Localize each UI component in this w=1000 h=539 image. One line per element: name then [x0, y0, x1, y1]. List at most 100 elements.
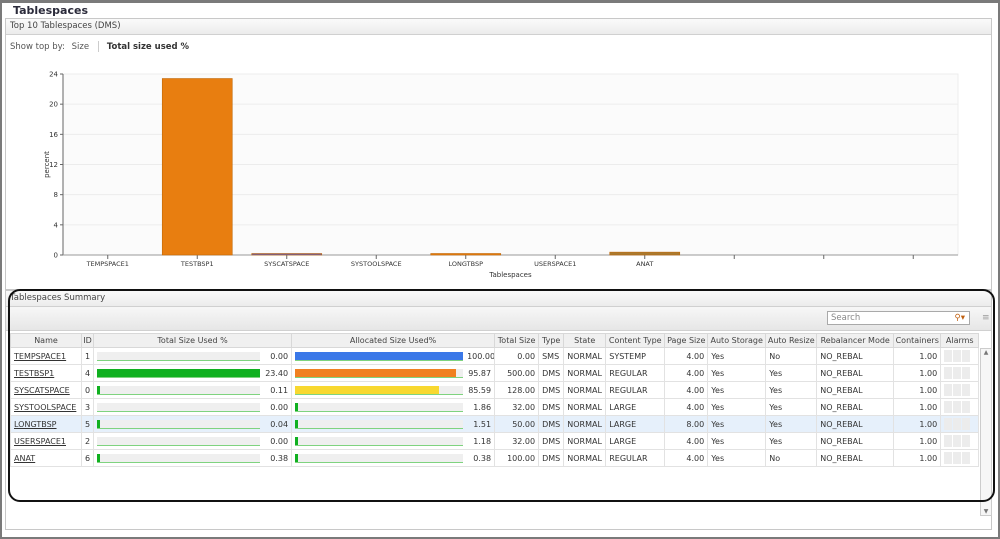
tablespace-link[interactable]: TEMPSPACE1 — [14, 352, 66, 361]
table-row[interactable]: TESTBSP1 4 23.40 95.87 500.00 DMS NORMAL REGULA… — [10, 364, 980, 382]
total-size-cell: 128.00 — [494, 381, 540, 399]
alarm-indicator-icon — [953, 452, 962, 464]
column-header-total-size-used-[interactable]: Total Size Used % — [93, 333, 293, 348]
table-row[interactable]: ANAT 6 0.38 0.38 100.00 DMS NORMAL REGULAR 4.00 Y… — [10, 449, 980, 467]
auto-resize-cell: Yes — [765, 364, 818, 382]
tablespace-link[interactable]: USERSPACE1 — [14, 437, 66, 446]
content-type-cell: REGULAR — [605, 364, 666, 382]
type-cell: DMS — [538, 381, 565, 399]
option-total-size-used[interactable]: Total size used % — [107, 42, 189, 52]
option-size[interactable]: Size — [72, 42, 89, 52]
auto-resize-cell: Yes — [765, 381, 818, 399]
page-size-cell: 8.00 — [664, 415, 709, 433]
toolbar: Search ⚲▾ ≡ — [6, 307, 991, 331]
table-row[interactable]: SYSTOOLSPACE 3 0.00 1.86 32.00 DMS NORMAL LARGE… — [10, 398, 980, 416]
allocated-size-used-cell: 0.38 — [291, 449, 496, 467]
column-header-allocated-size-used-[interactable]: Allocated Size Used% — [291, 333, 496, 348]
column-menu-icon[interactable]: ≡ — [982, 313, 990, 323]
value: 0.00 — [270, 402, 289, 412]
alarm-indicator-icon — [962, 452, 971, 464]
type-cell: DMS — [538, 415, 565, 433]
total-size-cell: 100.00 — [494, 449, 540, 467]
type-cell: DMS — [538, 449, 565, 467]
progress-fill — [97, 385, 101, 394]
column-header-state[interactable]: State — [563, 333, 607, 348]
page-title: Tablespaces — [13, 4, 88, 17]
show-top-by: Show top by: Size Total size used % — [10, 41, 193, 52]
total-size-cell: 32.00 — [494, 398, 540, 416]
tablespace-link[interactable]: TESTBSP1 — [14, 369, 54, 378]
table-row[interactable]: USERSPACE1 2 0.00 1.18 32.00 DMS NORMAL LARGE 4.… — [10, 432, 980, 450]
scroll-down-icon[interactable]: ▼ — [981, 508, 991, 515]
bar-longtbsp — [430, 253, 502, 256]
state-cell: NORMAL — [563, 415, 607, 433]
total-size-used-cell: 0.04 — [93, 415, 293, 433]
table-row[interactable]: TEMPSPACE1 1 0.00 100.00 0.00 SMS NORMAL SYSTEM… — [10, 347, 980, 365]
bar-chart: 04812162024TEMPSPACE1 TESTBSP1 SYSCATSPACE… — [43, 71, 959, 279]
panel-header: Tablespaces Summary — [6, 291, 991, 307]
name-cell: TESTBSP1 — [10, 364, 82, 382]
column-header-type[interactable]: Type — [538, 333, 565, 348]
column-header-id[interactable]: ID — [80, 333, 95, 348]
content-type-cell: SYSTEMP — [605, 347, 666, 365]
progress-fill — [97, 368, 261, 377]
column-header-name[interactable]: Name — [10, 333, 82, 348]
x-tick-label: SYSTOOLSPACE — [351, 260, 402, 268]
alarm-indicator-icon — [944, 452, 953, 464]
id-cell: 6 — [80, 449, 95, 467]
y-tick-label: 20 — [49, 101, 58, 109]
allocated-size-used-cell: 1.86 — [291, 398, 496, 416]
state-cell: NORMAL — [563, 364, 607, 382]
page-size-cell: 4.00 — [664, 398, 709, 416]
column-header-auto-resize[interactable]: Auto Resize — [765, 333, 818, 348]
progress-fill — [295, 351, 464, 360]
auto-resize-cell: Yes — [765, 415, 818, 433]
tablespace-link[interactable]: LONGTBSP — [14, 420, 57, 429]
containers-cell: 1.00 — [893, 398, 942, 416]
value: 0.38 — [270, 453, 289, 463]
auto-storage-cell: Yes — [707, 398, 767, 416]
search-icon[interactable]: ⚲▾ — [955, 312, 966, 324]
allocated-size-used-cell: 95.87 — [291, 364, 496, 382]
total-size-used-cell: 0.00 — [93, 398, 293, 416]
search-input[interactable]: Search ⚲▾ — [827, 311, 970, 325]
value: 0.38 — [473, 453, 492, 463]
column-header-alarms[interactable]: Alarms — [940, 333, 980, 348]
value: 0.00 — [270, 436, 289, 446]
alarms-cell — [940, 398, 980, 416]
total-size-cell: 0.00 — [494, 347, 540, 365]
vertical-scrollbar[interactable]: ▲ ▼ — [980, 348, 992, 516]
auto-storage-cell: Yes — [707, 449, 767, 467]
x-axis-label: Tablespaces — [488, 271, 532, 279]
allocated-size-used-cell: 100.00 — [291, 347, 496, 365]
alarm-indicator-icon — [944, 435, 953, 447]
progress-bar — [97, 368, 261, 378]
table-row[interactable]: SYSCATSPACE 0 0.11 85.59 128.00 DMS NORMAL REGU… — [10, 381, 980, 399]
alarm-indicator-icon — [962, 367, 971, 379]
bar-anat — [609, 251, 681, 256]
tablespace-link[interactable]: SYSTOOLSPACE — [14, 403, 76, 412]
progress-fill — [295, 368, 457, 377]
column-header-page-size[interactable]: Page Size — [664, 333, 709, 348]
auto-resize-cell: Yes — [765, 432, 818, 450]
allocated-size-used-cell: 85.59 — [291, 381, 496, 399]
value: 1.86 — [473, 402, 492, 412]
column-header-containers[interactable]: Containers — [893, 333, 942, 348]
progress-fill — [295, 419, 299, 428]
x-tick-label: SYSCATSPACE — [264, 260, 309, 268]
type-cell: DMS — [538, 364, 565, 382]
progress-bar — [295, 351, 464, 361]
value: 23.40 — [265, 368, 289, 378]
tablespaces-summary-panel: Tablespaces Summary Search ⚲▾ ≡ Name ID Tot… — [5, 290, 992, 530]
column-header-total-size[interactable]: Total Size — [494, 333, 540, 348]
page-size-cell: 4.00 — [664, 432, 709, 450]
column-header-content-type[interactable]: Content Type — [605, 333, 666, 348]
tablespace-link[interactable]: SYSCATSPACE — [14, 386, 70, 395]
column-header-rebalancer-mode[interactable]: Rebalancer Mode — [816, 333, 895, 348]
column-header-auto-storage[interactable]: Auto Storage — [707, 333, 767, 348]
table-row[interactable]: LONGTBSP 5 0.04 1.51 50.00 DMS NORMAL LARGE 8.00… — [10, 415, 980, 433]
progress-bar — [295, 368, 464, 378]
scroll-up-icon[interactable]: ▲ — [981, 349, 991, 356]
tablespace-link[interactable]: ANAT — [14, 454, 35, 463]
rebalancer-mode-cell: NO_REBAL — [816, 432, 895, 450]
